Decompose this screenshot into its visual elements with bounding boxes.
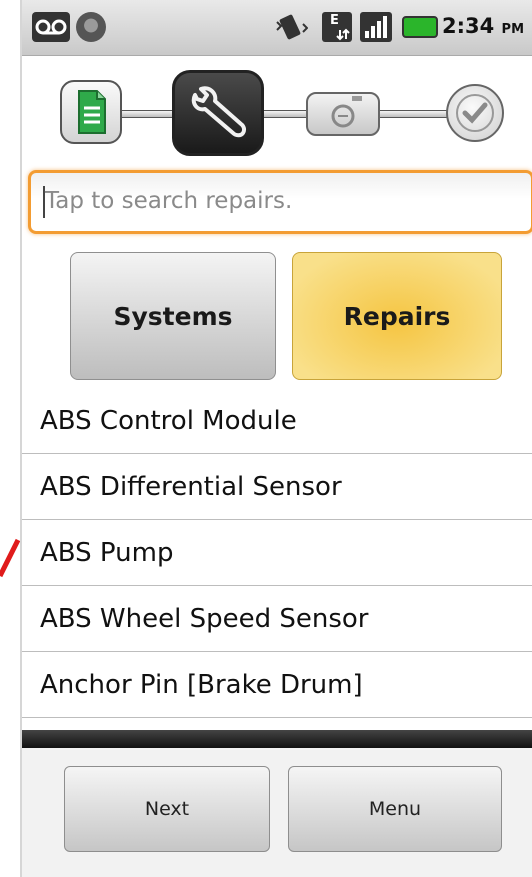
search-input[interactable]: Tap to search repairs.	[28, 170, 532, 234]
annotation-arrow	[0, 538, 21, 578]
battery-icon	[402, 16, 438, 38]
repair-list: ABS Control Module ABS Differential Sens…	[22, 388, 532, 718]
steps-connector	[92, 110, 472, 118]
list-item[interactable]: ABS Pump	[22, 520, 532, 586]
repairs-tab[interactable]: Repairs	[292, 252, 502, 380]
usb-debug-icon	[76, 12, 106, 42]
menu-button[interactable]: Menu	[288, 766, 502, 852]
list-item[interactable]: ABS Wheel Speed Sensor	[22, 586, 532, 652]
wrench-icon[interactable]	[172, 70, 264, 156]
search-placeholder: Tap to search repairs.	[45, 188, 293, 214]
status-bar: E 2:34 PM	[22, 0, 532, 56]
voicemail-icon	[32, 12, 70, 42]
next-button[interactable]: Next	[64, 766, 270, 852]
status-clock: 2:34 PM	[442, 14, 525, 38]
list-item[interactable]: ABS Differential Sensor	[22, 454, 532, 520]
vibrate-icon	[274, 12, 309, 42]
bottom-bar: Next Menu	[22, 748, 532, 877]
progress-steps	[22, 66, 532, 158]
document-icon[interactable]	[60, 80, 122, 144]
systems-tab[interactable]: Systems	[70, 252, 276, 380]
checkmark-icon[interactable]	[446, 84, 504, 142]
camera-icon[interactable]	[306, 92, 380, 136]
list-divider	[22, 730, 532, 748]
list-item[interactable]: ABS Control Module	[22, 388, 532, 454]
data-transfer-icon: E	[322, 12, 352, 42]
phone-screen: E 2:34 PM Tap to search repairs. Systems…	[20, 0, 532, 877]
signal-icon	[360, 12, 392, 42]
list-item[interactable]: Anchor Pin [Brake Drum]	[22, 652, 532, 718]
